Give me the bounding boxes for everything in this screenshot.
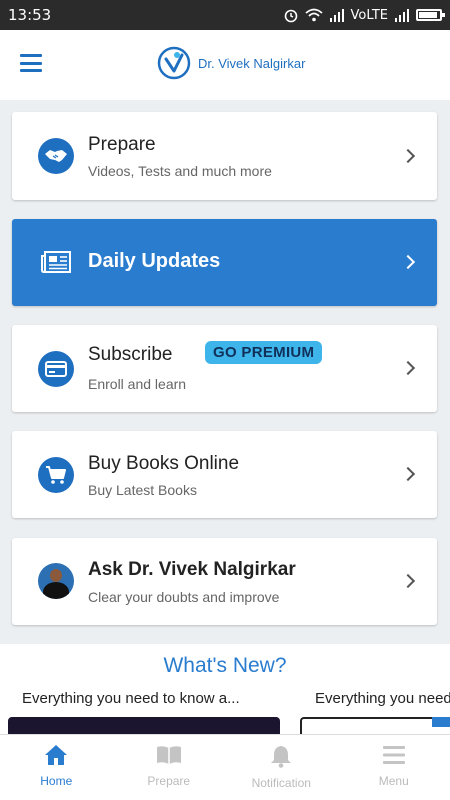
newspaper-icon	[41, 251, 71, 273]
book-icon	[156, 746, 181, 764]
thumbnail-accent	[432, 717, 450, 727]
signal-icon-2	[395, 9, 409, 22]
prepare-subtitle: Videos, Tests and much more	[88, 163, 272, 179]
nav-item-prepare[interactable]: Prepare	[113, 735, 226, 800]
menu-icon	[382, 746, 405, 764]
chevron-right-icon	[400, 573, 416, 589]
prepare-card[interactable]: Prepare Videos, Tests and much more	[12, 112, 437, 200]
subscribe-subtitle: Enroll and learn	[88, 376, 187, 392]
status-time: 13:53	[8, 6, 52, 24]
daily-updates-title: Daily Updates	[88, 250, 221, 272]
status-bar: 13:53 VoLTE	[0, 0, 450, 30]
cart-icon	[38, 457, 74, 493]
bottom-nav: Home Prepare Notification Menu	[0, 734, 450, 800]
whats-new-heading: What's New?	[163, 654, 287, 677]
wifi-icon	[304, 8, 323, 22]
subscribe-title: Subscribe	[88, 344, 173, 365]
go-premium-badge[interactable]: GO PREMIUM	[205, 341, 323, 364]
home-icon	[45, 745, 68, 765]
ask-doctor-title: Ask Dr. Vivek Nalgirkar	[88, 559, 296, 580]
signal-icon	[329, 9, 344, 22]
buy-books-title: Buy Books Online	[88, 453, 240, 474]
battery-icon	[416, 9, 445, 21]
nav-label: Home	[40, 774, 73, 788]
daily-updates-card[interactable]: Daily Updates	[12, 219, 437, 306]
handshake-icon	[38, 138, 74, 174]
hamburger-icon[interactable]	[20, 54, 42, 72]
nav-label: Menu	[378, 774, 409, 788]
chevron-right-icon	[400, 360, 416, 376]
chevron-right-icon	[400, 148, 416, 164]
whats-new-item-title[interactable]: Everything you need to know a...	[22, 690, 240, 707]
whats-new-thumbnail[interactable]	[8, 717, 280, 734]
prepare-title: Prepare	[88, 134, 156, 155]
whats-new-section: What's New? Everything you need to know …	[0, 644, 450, 734]
bell-icon	[271, 746, 292, 768]
buy-books-card[interactable]: Buy Books Online Buy Latest Books	[12, 431, 437, 518]
ask-doctor-subtitle: Clear your doubts and improve	[88, 589, 280, 605]
chevron-right-icon	[400, 254, 416, 270]
whats-new-item-title[interactable]: Everything you need	[315, 690, 450, 707]
network-label: VoLTE	[350, 7, 388, 23]
chevron-right-icon	[400, 466, 416, 482]
brand-logo: Dr. Vivek Nalgirkar	[156, 45, 305, 81]
nav-item-home[interactable]: Home	[0, 735, 113, 800]
nav-label: Notification	[251, 776, 311, 790]
brand-name: Dr. Vivek Nalgirkar	[198, 55, 306, 71]
whats-new-thumbnail[interactable]	[300, 717, 450, 734]
nav-item-notification[interactable]: Notification	[225, 735, 338, 800]
ask-doctor-card[interactable]: Ask Dr. Vivek Nalgirkar Clear your doubt…	[12, 538, 437, 625]
doctor-avatar	[38, 563, 74, 599]
status-icons: VoLTE	[283, 7, 445, 23]
app-bar: Dr. Vivek Nalgirkar	[0, 30, 450, 100]
subscribe-card[interactable]: Subscribe GO PREMIUM Enroll and learn	[12, 325, 437, 412]
logo-icon	[157, 46, 191, 80]
buy-books-subtitle: Buy Latest Books	[88, 482, 197, 498]
nav-item-menu[interactable]: Menu	[338, 735, 450, 800]
alarm-icon	[284, 9, 297, 23]
credit-card-icon	[38, 351, 74, 387]
nav-label: Prepare	[147, 774, 191, 788]
